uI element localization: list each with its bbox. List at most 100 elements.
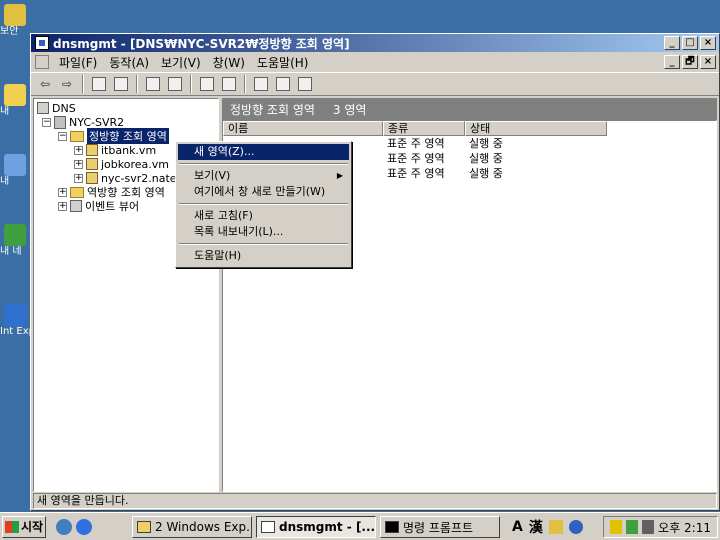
security-tray-icon[interactable] [610, 520, 623, 534]
tree-item-zone[interactable]: + nyc-svr2.nate [74, 171, 177, 185]
desktop-icon-label: 내 [0, 106, 10, 117]
expand-icon[interactable]: + [58, 201, 67, 211]
refresh-icon[interactable] [295, 75, 315, 93]
start-button[interactable]: 시작 [2, 515, 46, 538]
console-content: DNS − NYC-SVR2 − 정방향 조회 영역 + itbank.vm +… [33, 98, 717, 492]
menu-help[interactable]: 도움말(H) [251, 54, 315, 71]
zone-type: 표준 주 영역 [387, 137, 445, 150]
menu-file[interactable]: 파일(F) [53, 54, 103, 71]
help-icon[interactable] [568, 520, 583, 534]
desktop-shortcut-icon [4, 154, 26, 176]
expand-icon[interactable]: + [74, 173, 83, 183]
menu-action[interactable]: 동작(A) [103, 54, 155, 71]
tree-label-zone: nyc-svr2.nate [101, 171, 177, 185]
desktop-icon[interactable]: 보안 [0, 4, 30, 44]
zone-icon [86, 172, 98, 184]
child-close-button[interactable]: × [700, 55, 716, 69]
list-columns: 이름 종류 상태 [223, 121, 716, 136]
result-header-title: 정방향 조회 영역 [230, 102, 315, 117]
menu-separator [179, 163, 348, 165]
expand-icon[interactable]: + [74, 145, 83, 155]
list-icon[interactable] [251, 75, 271, 93]
help-icon[interactable] [197, 75, 217, 93]
window-title: dnsmgmt - [DNS₩NYC-SVR2₩정방향 조회 영역] [53, 36, 350, 51]
up-icon[interactable] [89, 75, 109, 93]
column-type[interactable]: 종류 [383, 121, 465, 136]
tree-label-forward-zone: 정방향 조회 영역 [86, 127, 170, 145]
details-icon[interactable] [273, 75, 293, 93]
desktop-icon[interactable]: 내 네 [0, 224, 30, 264]
task-windows-explorer[interactable]: 2 Windows Exp... [132, 516, 252, 538]
tree-item-zone[interactable]: + itbank.vm [74, 143, 156, 157]
show-desktop-icon[interactable] [56, 518, 72, 535]
system-tray: 오후 2:11 [603, 516, 718, 538]
event-viewer-icon [70, 200, 82, 212]
desktop-icon-label: 보안 [0, 26, 19, 37]
dns-app-icon [35, 36, 49, 50]
status-bar: 새 영역을 만듭니다. [33, 493, 717, 509]
submenu-arrow-icon: ▶ [336, 171, 343, 180]
tree-item-server[interactable]: − NYC-SVR2 [42, 115, 124, 129]
expand-icon[interactable]: + [58, 187, 67, 197]
ime-hanja-button[interactable]: 漢 [529, 517, 543, 537]
menu-item-refresh[interactable]: 새로 고침(F) [178, 208, 349, 224]
child-minimize-button[interactable]: _ [664, 55, 680, 69]
zone-type: 표준 주 영역 [387, 167, 445, 180]
dnsmgmt-window: dnsmgmt - [DNS₩NYC-SVR2₩정방향 조회 영역] _ □ ×… [30, 33, 720, 511]
menu-item-view[interactable]: 보기(V) ▶ [178, 168, 349, 184]
menu-item-help[interactable]: 도움말(H) [178, 248, 349, 264]
folder-icon [70, 186, 84, 198]
zone-type: 표준 주 영역 [387, 152, 445, 165]
desktop-icon-label: 내 네 [0, 246, 22, 257]
maximize-button[interactable]: □ [682, 36, 698, 50]
tree-item-forward-zone[interactable]: − 정방향 조회 영역 [58, 127, 170, 145]
desktop-icon[interactable]: 내 [0, 154, 30, 194]
column-status[interactable]: 상태 [465, 121, 607, 136]
ime-options-icon[interactable] [548, 520, 563, 534]
console-icon[interactable] [219, 75, 239, 93]
tree-item-event-viewer[interactable]: + 이벤트 뷰어 [58, 199, 139, 213]
menu-item-new-zone[interactable]: 새 영역(Z)... [178, 144, 349, 160]
collapse-icon[interactable]: − [58, 131, 67, 141]
desktop-icon-label: Int Exp [0, 326, 30, 337]
console-menu-icon[interactable] [35, 55, 49, 69]
zone-status: 실행 중 [469, 152, 503, 165]
toolbar-separator [244, 75, 246, 93]
back-icon[interactable]: ⇦ [35, 75, 55, 93]
menu-item-export[interactable]: 목록 내보내기(L)... [178, 224, 349, 240]
properties-icon[interactable] [143, 75, 163, 93]
ime-bar: A 漢 [512, 517, 583, 537]
expand-icon[interactable]: + [74, 159, 83, 169]
tree-item-zone[interactable]: + jobkorea.vm [74, 157, 169, 171]
show-tree-icon[interactable] [111, 75, 131, 93]
collapse-icon[interactable]: − [42, 117, 51, 127]
minimize-button[interactable]: _ [664, 36, 680, 50]
window-titlebar[interactable]: dnsmgmt - [DNS₩NYC-SVR2₩정방향 조회 영역] _ □ × [31, 34, 719, 52]
console-tray-icon[interactable] [642, 520, 655, 534]
dns-icon [37, 102, 49, 114]
forward-icon[interactable]: ⇨ [57, 75, 77, 93]
export-icon[interactable] [165, 75, 185, 93]
zone-status: 실행 중 [469, 167, 503, 180]
network-tray-icon[interactable] [626, 520, 639, 534]
menu-separator [179, 203, 348, 205]
desktop-icon[interactable]: 내 [0, 84, 30, 124]
task-command-prompt[interactable]: 명령 프롬프트 [380, 516, 500, 538]
column-name[interactable]: 이름 [223, 121, 383, 136]
internet-explorer-icon[interactable] [76, 518, 92, 535]
tree-label-zone: jobkorea.vm [101, 157, 169, 171]
zone-status: 실행 중 [469, 137, 503, 150]
desktop-shortcut-icon [4, 304, 26, 326]
ime-mode-button[interactable]: A [512, 519, 523, 535]
menu-view[interactable]: 보기(V) [155, 54, 207, 71]
child-restore-button[interactable]: 🗗 [682, 55, 698, 69]
desktop-icon[interactable]: Int Exp [0, 304, 30, 344]
menu-window[interactable]: 창(W) [207, 54, 251, 71]
close-button[interactable]: × [700, 36, 716, 50]
menu-item-new-window[interactable]: 여기에서 창 새로 만들기(W) [178, 184, 349, 200]
tree-item-dns[interactable]: DNS [37, 101, 76, 115]
task-dnsmgmt[interactable]: dnsmgmt - [... [256, 516, 376, 538]
context-menu: 새 영역(Z)... 보기(V) ▶ 여기에서 창 새로 만들기(W) 새로 고… [175, 141, 352, 268]
tree-item-reverse-zone[interactable]: + 역방향 조회 영역 [58, 185, 165, 199]
task-label: 명령 프롬프트 [403, 520, 474, 535]
